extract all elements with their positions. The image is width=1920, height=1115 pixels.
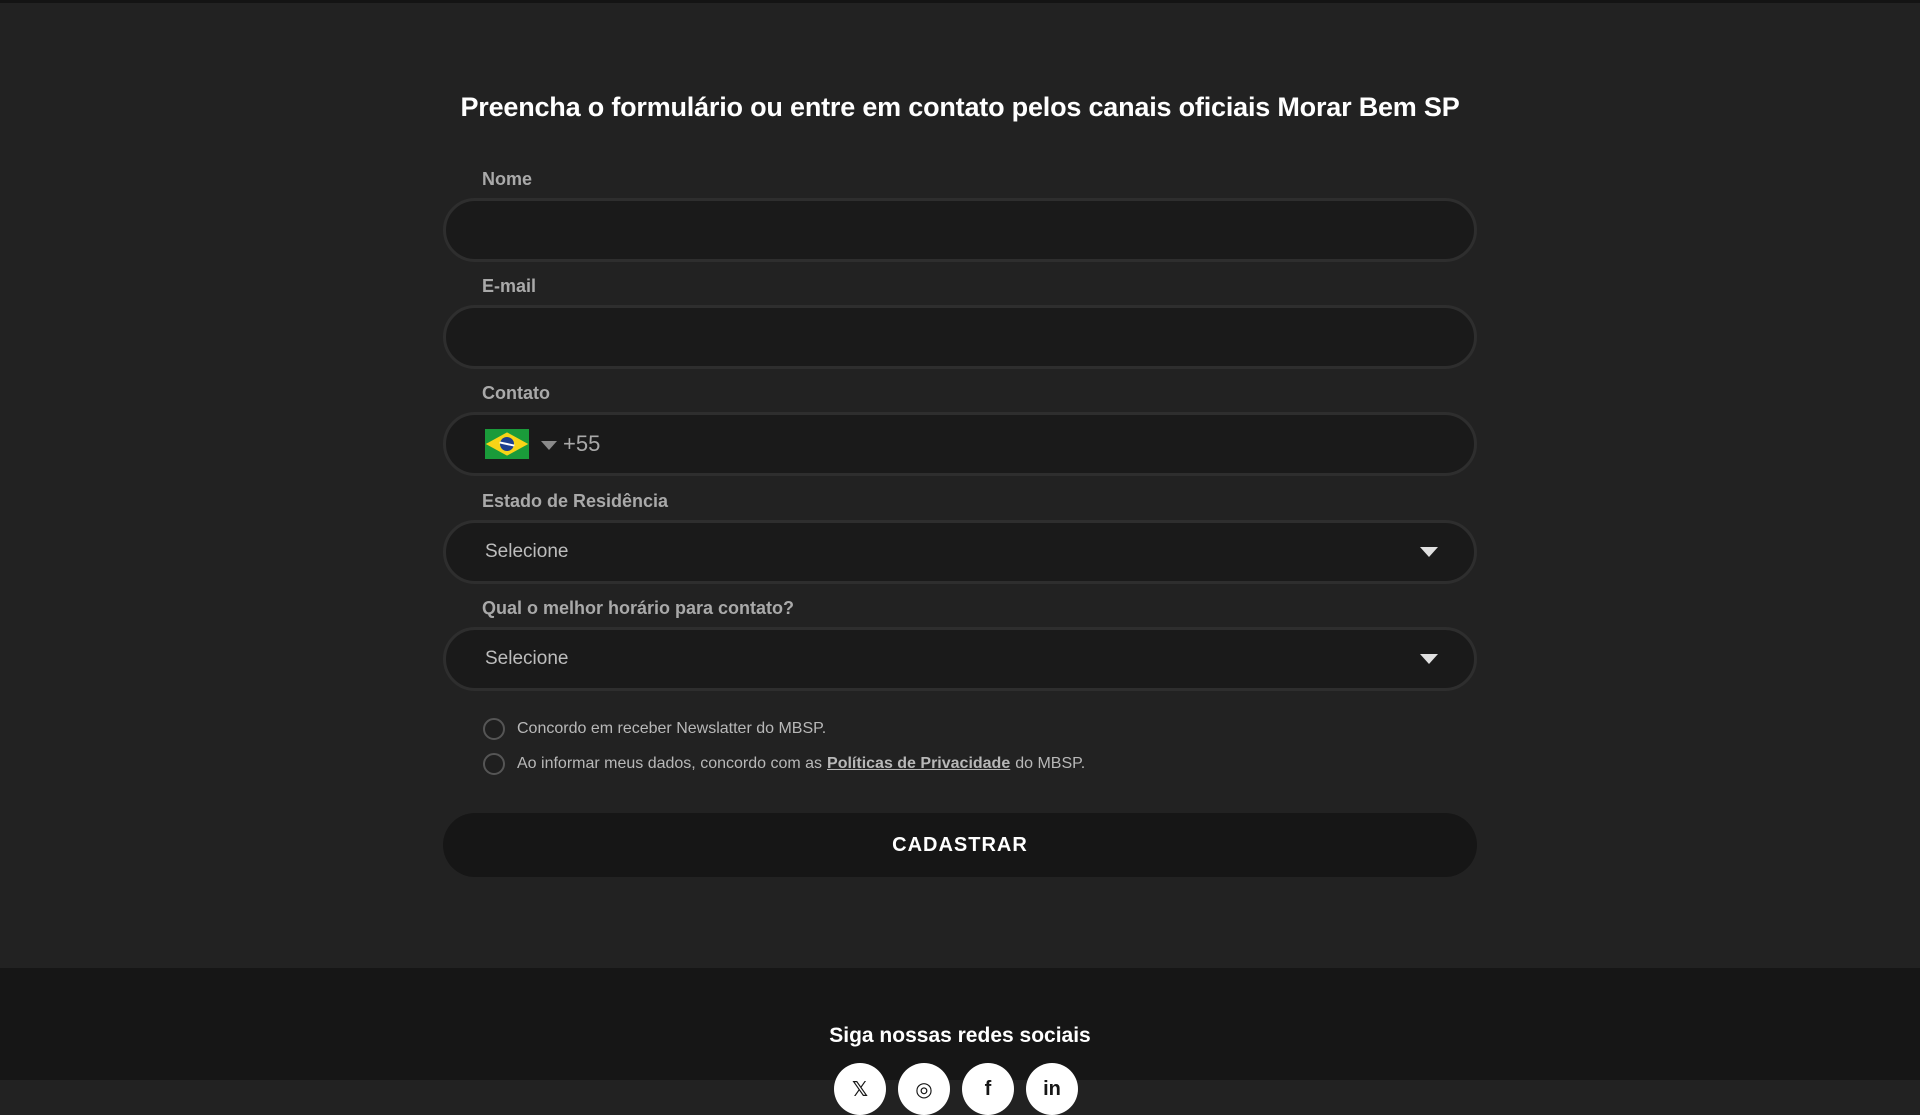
email-label: E-mail xyxy=(482,276,537,296)
social-links: 𝕏 ◎ f in xyxy=(834,1063,1078,1115)
facebook-icon[interactable]: f xyxy=(962,1063,1014,1115)
form-title: Preencha o formulário ou entre em contat… xyxy=(460,92,1460,122)
twitter-icon[interactable]: 𝕏 xyxy=(834,1063,886,1115)
privacy-suffix: do MBSP. xyxy=(1015,755,1086,772)
privacy-policy-link[interactable]: Políticas de Privacidade xyxy=(827,755,1010,773)
email-field-container xyxy=(443,305,1477,369)
country-dropdown-caret-icon[interactable] xyxy=(541,440,557,450)
time-select[interactable]: Selecione xyxy=(443,627,1477,691)
newsletter-text: Concordo em receber Newslatter do MBSP. xyxy=(517,720,827,737)
email-input[interactable] xyxy=(446,308,1474,366)
instagram-icon[interactable]: ◎ xyxy=(898,1063,950,1115)
brazil-flag-icon[interactable] xyxy=(485,429,529,459)
time-label: Qual o melhor horário para contato? xyxy=(482,598,795,618)
chevron-down-icon xyxy=(1420,547,1438,557)
privacy-prefix: Ao informar meus dados, concordo com as xyxy=(517,755,823,772)
submit-button[interactable]: CADASTRAR xyxy=(443,813,1477,877)
name-label: Nome xyxy=(482,169,533,189)
state-select-value: Selecione xyxy=(485,541,569,562)
linkedin-icon[interactable]: in xyxy=(1026,1063,1078,1115)
phone-field[interactable]: +55 xyxy=(443,412,1477,476)
privacy-consent: Ao informar meus dados, concordo com as … xyxy=(483,753,1085,775)
newsletter-radio[interactable] xyxy=(483,718,505,740)
newsletter-consent: Concordo em receber Newslatter do MBSP. xyxy=(483,718,826,740)
state-label: Estado de Residência xyxy=(482,491,669,511)
contact-label: Contato xyxy=(482,383,550,403)
name-field-container xyxy=(443,198,1477,262)
chevron-down-icon xyxy=(1420,654,1438,664)
footer: Siga nossas redes sociais 𝕏 ◎ f in xyxy=(0,968,1920,1115)
phone-dial-code: +55 xyxy=(563,431,601,456)
social-title: Siga nossas redes sociais xyxy=(829,1024,1091,1047)
name-input[interactable] xyxy=(446,201,1474,259)
privacy-radio[interactable] xyxy=(483,753,505,775)
contact-form-section: Preencha o formulário ou entre em contat… xyxy=(0,3,1920,968)
state-select[interactable]: Selecione xyxy=(443,520,1477,584)
time-select-value: Selecione xyxy=(485,648,569,669)
